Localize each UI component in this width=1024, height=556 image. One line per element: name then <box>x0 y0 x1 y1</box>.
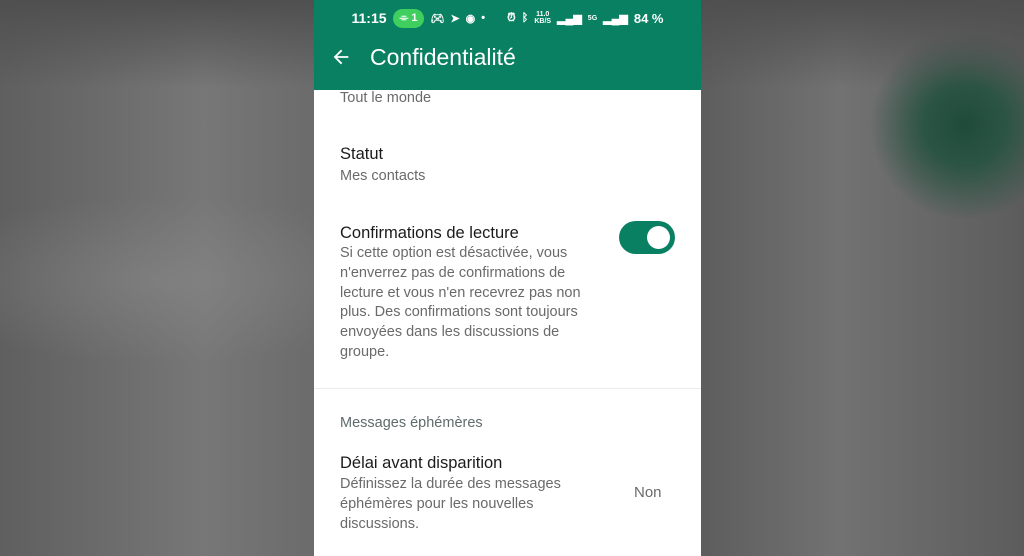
read-receipts-label: Confirmations de lecture <box>340 224 519 242</box>
status-value: Mes contacts <box>340 168 426 184</box>
signal-icon-2: ▂▄▆ <box>603 12 628 25</box>
disappearing-label: Délai avant disparition <box>340 454 503 472</box>
read-receipts-description: Si cette option est désactivée, vous n'e… <box>340 245 581 360</box>
bluetooth-icon: ᛒ <box>521 12 529 24</box>
status-label: Statut <box>340 145 384 163</box>
battery-level: 84 % <box>633 10 664 26</box>
alarm-icon: ⏰︎ <box>507 11 516 24</box>
page-title: Confidentialité <box>370 44 516 70</box>
toggle-knob <box>647 226 670 249</box>
status-time: 11:15 <box>351 10 387 26</box>
messenger-icon: ◉ <box>465 12 476 25</box>
dot-icon: • <box>481 12 486 24</box>
disappearing-description: Définissez la durée des messages éphémèr… <box>340 476 561 532</box>
section-title-disappearing: Messages éphémères <box>340 415 483 431</box>
signal-icon: ▂▄▆ <box>557 12 582 25</box>
phone-screen: 11:15 ⌯ 1 🎮︎ ➤ ◉ • ⏰︎ ᛒ 11.0 KB/S ▂▄▆ 5G … <box>314 0 701 556</box>
app-bar: 11:15 ⌯ 1 🎮︎ ➤ ◉ • ⏰︎ ᛒ 11.0 KB/S ▂▄▆ 5G … <box>314 0 701 90</box>
hotspot-icon: ⌯ <box>399 11 409 24</box>
signal-5g: 5G <box>587 14 598 22</box>
arrow-left-icon[interactable] <box>330 46 352 68</box>
telegram-icon: ➤ <box>450 12 460 25</box>
disappearing-value: Non <box>634 484 662 501</box>
last-seen-value: Tout le monde <box>340 90 432 106</box>
hotspot-badge: ⌯ 1 <box>392 8 425 28</box>
read-receipts-toggle[interactable] <box>619 221 675 254</box>
status-bar: 11:15 ⌯ 1 🎮︎ ➤ ◉ • ⏰︎ ᛒ 11.0 KB/S ▂▄▆ 5G … <box>314 5 701 31</box>
net-speed: 11.0 KB/S <box>534 11 552 25</box>
divider <box>314 388 701 389</box>
gamepad-icon: 🎮︎ <box>430 12 445 25</box>
hotspot-count: 1 <box>411 12 418 24</box>
